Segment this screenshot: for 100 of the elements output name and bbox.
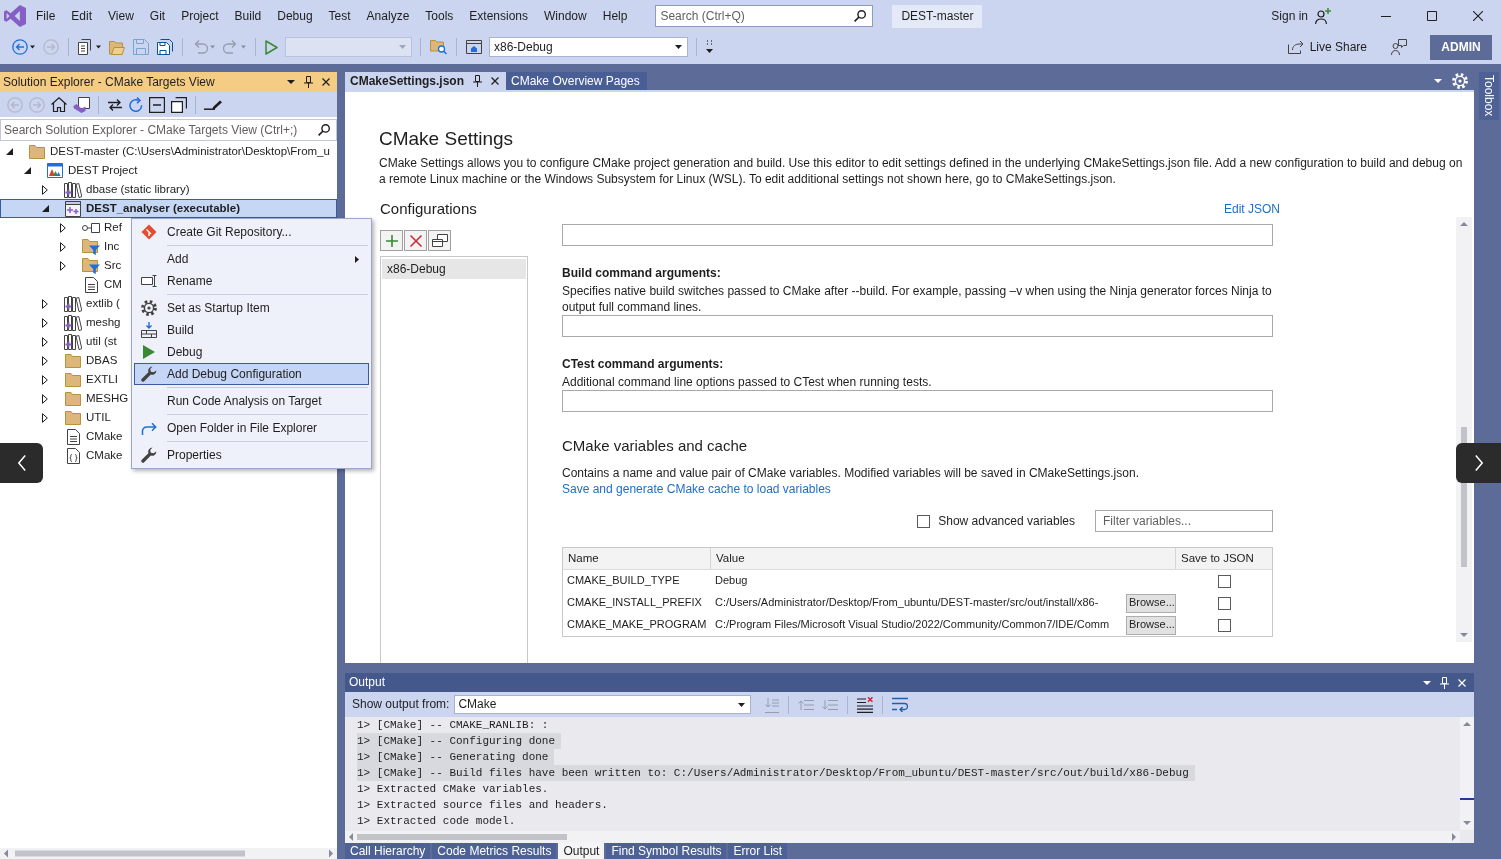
menu-item[interactable]: Git — [141, 6, 174, 26]
browse-button[interactable]: Browse... — [1126, 615, 1176, 635]
caret-right-icon[interactable] — [42, 184, 48, 195]
panel-tab[interactable]: Code Metrics Results — [432, 843, 557, 859]
menu-item[interactable]: Run Code Analysis on Target — [134, 390, 369, 412]
sync-arrows-icon[interactable] — [107, 97, 123, 112]
back-arrow-icon[interactable] — [12, 39, 35, 55]
menu-item[interactable]: View — [100, 6, 142, 26]
pen-icon[interactable] — [204, 99, 222, 110]
menu-item[interactable]: Create Git Repository... — [134, 221, 369, 243]
dropdown-arrow-icon[interactable] — [287, 80, 295, 84]
panel-tab[interactable]: Output — [558, 843, 605, 859]
caret-down-icon[interactable] — [5, 148, 13, 155]
next-button[interactable] — [1456, 443, 1501, 483]
input-field[interactable] — [562, 224, 1273, 246]
menu-item[interactable]: Set as Startup Item — [134, 297, 369, 319]
dropdown-arrow-icon[interactable] — [1434, 79, 1442, 83]
edit-json-link[interactable]: Edit JSON — [1224, 202, 1280, 216]
add-button[interactable] — [380, 230, 403, 251]
collapse-icon[interactable] — [149, 96, 165, 113]
caret-right-icon[interactable] — [42, 412, 48, 423]
search-field[interactable]: Search Solution Explorer - CMake Targets View (Ctrl+;) — [0, 119, 337, 141]
tree-item[interactable]: dbase (static library) — [36, 180, 190, 199]
pages-icon[interactable] — [78, 39, 101, 55]
list-item[interactable]: x86-Debug — [382, 259, 526, 279]
dropdown-arrow-icon[interactable] — [1423, 680, 1431, 685]
menu-item[interactable]: Debug — [134, 341, 369, 363]
checkbox[interactable] — [1217, 618, 1231, 632]
overflow-icon[interactable] — [706, 40, 713, 54]
home-icon[interactable] — [51, 97, 67, 112]
play-icon[interactable] — [265, 39, 278, 55]
input-field[interactable] — [562, 390, 1273, 412]
close-icon[interactable] — [491, 77, 500, 85]
tree-item[interactable]: Inc — [54, 237, 120, 256]
side-tab[interactable]: Toolbox — [1479, 72, 1499, 121]
clear-all-icon[interactable] — [857, 696, 874, 713]
search-field[interactable]: Search (Ctrl+Q) — [655, 5, 874, 27]
filter-field[interactable]: Filter variables... — [1095, 510, 1273, 532]
caret-right-icon[interactable] — [60, 222, 66, 233]
caret-right-icon[interactable] — [42, 374, 48, 385]
live-share-button[interactable]: Live Share — [1287, 39, 1367, 55]
caret-right-icon[interactable] — [60, 260, 66, 271]
person-plus-icon[interactable] — [1315, 8, 1331, 24]
menu-item[interactable]: Properties — [134, 444, 369, 466]
tree-item[interactable]: util (st — [36, 332, 117, 351]
menu-item[interactable]: File — [28, 6, 64, 26]
caret-right-icon[interactable] — [60, 241, 66, 252]
person-speech-icon[interactable] — [1391, 39, 1407, 55]
account-button[interactable]: ADMIN — [1430, 34, 1492, 60]
document-tab[interactable]: CMake Overview Pages — [506, 72, 647, 90]
tree-item[interactable]: MESHG — [36, 389, 129, 408]
menu-item[interactable]: Help — [594, 6, 636, 26]
caret-down-icon[interactable] — [23, 167, 31, 174]
floppy-disks-icon[interactable] — [157, 39, 173, 55]
panel-tab[interactable]: Find Symbol Results — [606, 843, 727, 859]
tree-item[interactable]: DEST Project — [18, 161, 138, 180]
tree-item[interactable]: CM — [72, 275, 122, 294]
copy-button[interactable] — [428, 230, 451, 251]
menu-item[interactable]: Tools — [417, 6, 462, 26]
menu-item[interactable]: Add Debug Configuration — [134, 363, 369, 385]
tree-item[interactable]: DEST-master (C:\Users\Administrator\Desktop\From_u — [0, 142, 330, 161]
menu-item[interactable]: Open Folder in File Explorer — [134, 417, 369, 439]
tree-item[interactable]: EXTLI — [36, 370, 118, 389]
checkbox[interactable] — [917, 514, 931, 528]
window-icon[interactable] — [466, 39, 482, 55]
tree-item[interactable]: UTIL — [36, 408, 111, 427]
tree-item[interactable]: Ref — [54, 218, 122, 237]
menu-item[interactable]: Project — [173, 6, 227, 26]
cache-link[interactable]: Save and generate CMake cache to load variables — [562, 482, 831, 496]
word-wrap-icon[interactable] — [892, 697, 909, 712]
caret-right-icon[interactable] — [42, 355, 48, 366]
refresh-icon[interactable] — [129, 97, 143, 112]
tree-item[interactable]: CMake — [54, 446, 123, 465]
previous-button[interactable] — [0, 443, 43, 483]
caret-right-icon[interactable] — [42, 298, 48, 309]
close-icon[interactable] — [322, 78, 330, 86]
browse-button[interactable]: Browse... — [1126, 593, 1176, 613]
sign-in-link[interactable]: Sign in — [1271, 8, 1308, 24]
caret-right-icon[interactable] — [42, 393, 48, 404]
dropdown-field[interactable]: x86-Debug — [489, 37, 688, 57]
menu-item[interactable]: Extensions — [461, 6, 537, 26]
panel-tab[interactable]: Error List — [728, 843, 788, 859]
gear-icon[interactable] — [1452, 73, 1468, 89]
menu-item[interactable]: Edit — [63, 6, 101, 26]
checkbox[interactable] — [1217, 596, 1231, 610]
window-swap-icon[interactable] — [73, 96, 90, 113]
menu-item[interactable]: Add — [134, 248, 369, 270]
pin-icon[interactable] — [304, 76, 313, 88]
caret-right-icon[interactable] — [42, 317, 48, 328]
menu-item[interactable]: Window — [536, 6, 595, 26]
tree-item[interactable]: DEST_analyser (executable) — [0, 199, 337, 218]
tree-item[interactable]: extlib ( — [36, 294, 120, 313]
menu-item[interactable]: Debug — [269, 6, 321, 26]
output-source-dropdown[interactable]: CMake — [454, 695, 752, 714]
menu-item[interactable]: Test — [320, 6, 359, 26]
document-tab[interactable]: CMakeSettings.json — [345, 72, 507, 90]
checkbox[interactable] — [1217, 574, 1231, 588]
folder-search-icon[interactable] — [430, 39, 447, 55]
caret-right-icon[interactable] — [42, 336, 48, 347]
pin-icon[interactable] — [473, 75, 483, 87]
